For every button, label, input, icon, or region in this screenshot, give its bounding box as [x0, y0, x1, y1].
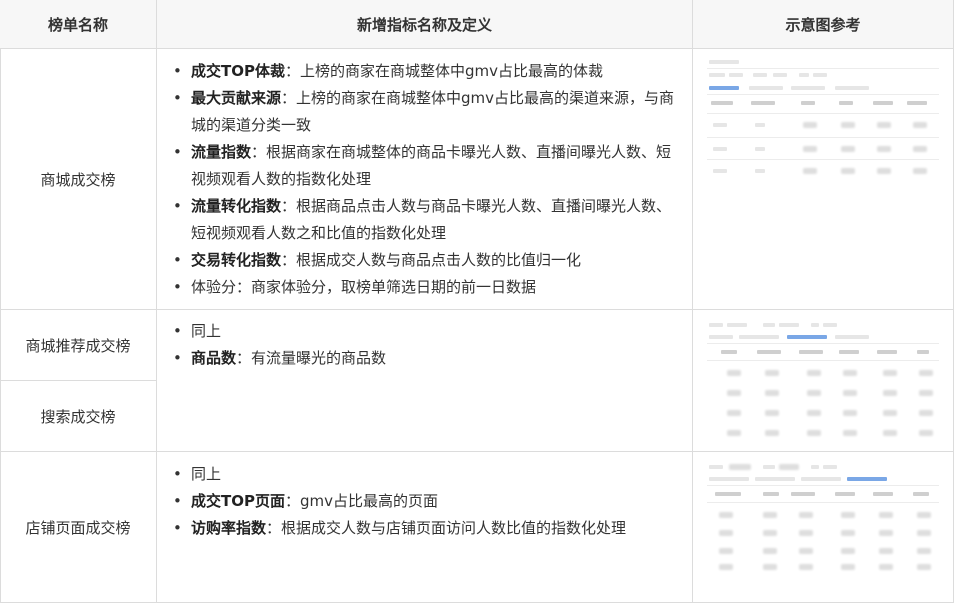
- header-metric-definitions: 新增指标名称及定义: [157, 0, 693, 49]
- reference-image-cell-recommend-search: [693, 310, 954, 452]
- header-list-name: 榜单名称: [0, 0, 157, 49]
- list-name-recommend: 商城推荐成交榜: [0, 310, 157, 381]
- metric-list: 成交TOP体裁：上榜的商家在商城整体中gmv占比最高的体裁 最大贡献来源：上榜的…: [171, 58, 679, 301]
- reference-image-cell-store-page: [693, 452, 954, 603]
- metric-list: 同上 商品数：有流量曝光的商品数: [171, 318, 679, 372]
- metric-item: 成交TOP页面：gmv占比最高的页面: [171, 488, 679, 515]
- metric-item: 商品数：有流量曝光的商品数: [171, 345, 679, 372]
- metric-item: 同上: [171, 318, 679, 345]
- definitions-cell-mall: 成交TOP体裁：上榜的商家在商城整体中gmv占比最高的体裁 最大贡献来源：上榜的…: [157, 49, 693, 310]
- definitions-cell-store-page: 同上 成交TOP页面：gmv占比最高的页面 访购率指数：根据成交人数与店铺页面访…: [157, 452, 693, 603]
- reference-screenshot-recommend: [707, 320, 939, 442]
- reference-image-cell-mall: [693, 49, 954, 310]
- metric-item: 流量转化指数：根据商品点击人数与商品卡曝光人数、直播间曝光人数、短视频观看人数之…: [171, 193, 679, 247]
- list-name-mall: 商城成交榜: [0, 49, 157, 310]
- metric-item: 最大贡献来源：上榜的商家在商城整体中gmv占比最高的渠道来源，与商城的渠道分类一…: [171, 85, 679, 139]
- list-name-search: 搜索成交榜: [0, 381, 157, 452]
- reference-screenshot-mall: [707, 57, 939, 181]
- metric-item: 访购率指数：根据成交人数与店铺页面访问人数比值的指数化处理: [171, 515, 679, 542]
- header-reference-image: 示意图参考: [693, 0, 954, 49]
- reference-screenshot-store-page: [707, 462, 939, 574]
- metric-item: 流量指数：根据商家在商城整体的商品卡曝光人数、直播间曝光人数、短视频观看人数的指…: [171, 139, 679, 193]
- definitions-table: 榜单名称 新增指标名称及定义 示意图参考 商城成交榜 成交TOP体裁：上榜的商家…: [0, 0, 954, 603]
- metric-list: 同上 成交TOP页面：gmv占比最高的页面 访购率指数：根据成交人数与店铺页面访…: [171, 461, 679, 542]
- definitions-cell-recommend-search: 同上 商品数：有流量曝光的商品数: [157, 310, 693, 452]
- metric-item: 体验分：商家体验分，取榜单筛选日期的前一日数据: [171, 274, 679, 301]
- metric-item: 同上: [171, 461, 679, 488]
- list-name-store-page: 店铺页面成交榜: [0, 452, 157, 603]
- metric-item: 成交TOP体裁：上榜的商家在商城整体中gmv占比最高的体裁: [171, 58, 679, 85]
- metric-item: 交易转化指数：根据成交人数与商品点击人数的比值归一化: [171, 247, 679, 274]
